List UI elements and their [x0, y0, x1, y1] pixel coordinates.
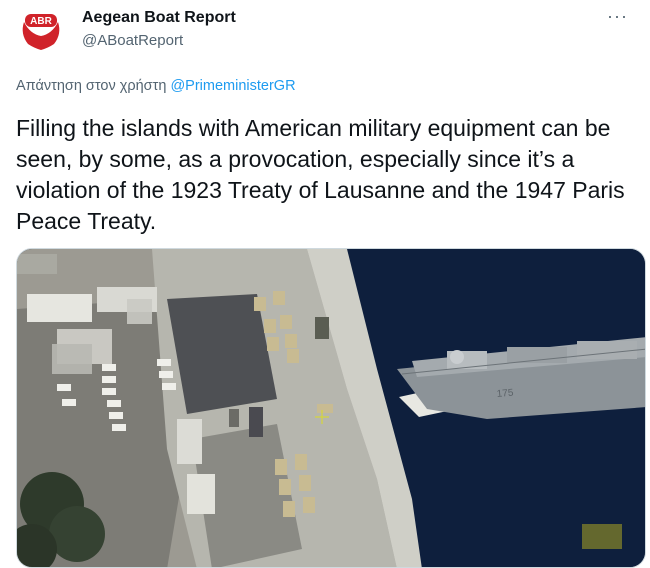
- more-options-icon[interactable]: ···: [607, 6, 628, 27]
- reply-prefix: Απάντηση στον χρήστη: [16, 78, 171, 94]
- reply-context: Απάντηση στον χρήστη @PrimeministerGR: [16, 78, 296, 94]
- abr-logo: ABR: [17, 5, 65, 53]
- author-handle[interactable]: @ABoatReport: [82, 32, 183, 49]
- author-name[interactable]: Aegean Boat Report: [82, 9, 236, 27]
- avatar[interactable]: ABR: [16, 4, 66, 54]
- avatar-text: ABR: [30, 16, 52, 27]
- hull-number: 175: [496, 388, 514, 400]
- aerial-port-image: 175: [17, 249, 645, 567]
- tweet-text: Filling the islands with American milita…: [16, 115, 625, 234]
- tweet-image[interactable]: 175: [16, 248, 646, 568]
- reply-to-link[interactable]: @PrimeministerGR: [170, 78, 295, 94]
